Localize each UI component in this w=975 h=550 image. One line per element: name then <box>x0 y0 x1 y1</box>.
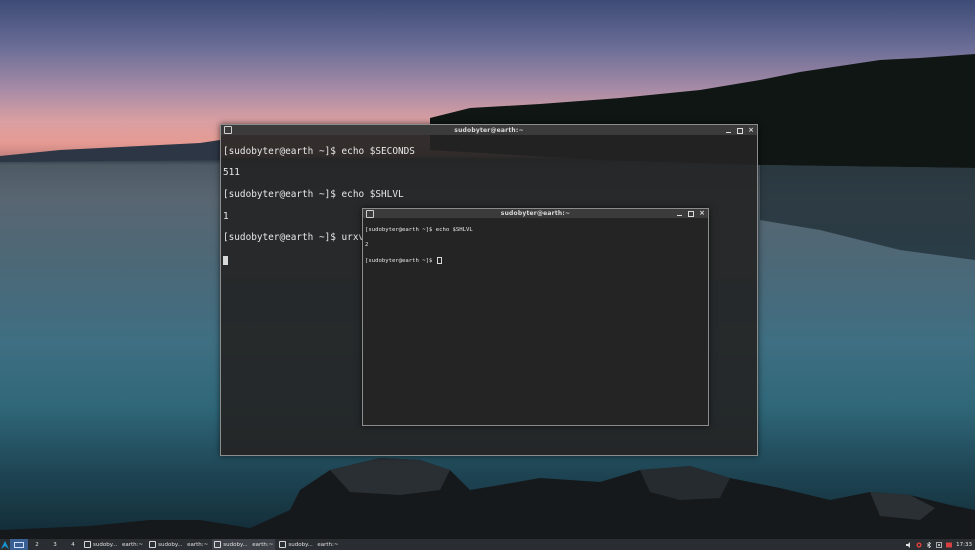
network-icon[interactable] <box>916 541 922 548</box>
terminal-window-child[interactable]: sudobyter@earth:~ × [sudobyter@earth ~]$… <box>362 208 709 426</box>
terminal-line: 511 <box>223 167 240 179</box>
task-label: sudoby... <box>158 541 183 548</box>
terminal-line: [sudobyter@earth ~]$ <box>365 257 436 264</box>
desktop: { "terminal_main": { "title": "sudobyter… <box>0 0 975 550</box>
maximize-button[interactable] <box>688 210 694 217</box>
window-title: sudobyter@earth:~ <box>454 126 524 134</box>
terminal-cursor <box>223 255 228 265</box>
terminal-line: 2 <box>365 241 369 248</box>
maximize-button[interactable] <box>737 127 743 134</box>
taskbar: 2 3 4 sudoby... earth:~ sudoby... earth:… <box>0 539 975 550</box>
terminal-line: [sudobyter@earth ~]$ echo $SHLVL <box>223 188 404 200</box>
taskbar-task[interactable]: sudoby... earth:~ <box>277 539 340 550</box>
screenshot-icon[interactable] <box>936 541 942 548</box>
task-label-secondary: earth:~ <box>252 541 274 548</box>
terminal-line: [sudobyter@earth ~]$ echo $SECONDS <box>223 145 415 157</box>
window-title: sudobyter@earth:~ <box>500 210 571 217</box>
terminal-output[interactable]: [sudobyter@earth ~]$ echo $SHLVL 2 [sudo… <box>363 218 708 282</box>
task-label: sudoby... <box>288 541 313 548</box>
minimize-button[interactable] <box>677 210 683 217</box>
terminal-cursor <box>436 256 442 264</box>
task-label-secondary: earth:~ <box>122 541 144 548</box>
workspace-3[interactable]: 3 <box>46 539 64 550</box>
volume-icon[interactable] <box>906 541 912 548</box>
system-tray: 17:33 <box>906 541 975 548</box>
taskbar-task[interactable]: sudoby... earth:~ <box>147 539 210 550</box>
taskbar-task[interactable]: sudoby... earth:~ <box>212 539 276 550</box>
terminal-icon <box>214 541 222 548</box>
terminal-icon <box>84 541 91 548</box>
minimize-button[interactable] <box>726 127 732 134</box>
workspace-indicator-icon <box>14 541 24 548</box>
task-label: sudoby... <box>223 541 248 548</box>
arch-logo-icon[interactable] <box>0 539 10 550</box>
terminal-icon <box>279 541 287 548</box>
workspace-1[interactable] <box>10 539 28 550</box>
window-titlebar[interactable]: sudobyter@earth:~ × <box>363 209 708 218</box>
terminal-icon <box>149 541 157 548</box>
terminal-icon[interactable] <box>366 210 374 218</box>
terminal-line: [sudobyter@earth ~]$ echo $SHLVL <box>365 226 473 233</box>
task-label: sudoby... <box>93 541 118 548</box>
task-label-secondary: earth:~ <box>317 541 339 548</box>
task-label-secondary: earth:~ <box>187 541 209 548</box>
notification-icon[interactable] <box>946 542 953 548</box>
close-button[interactable]: × <box>748 126 754 134</box>
taskbar-task[interactable]: sudoby... earth:~ <box>82 539 145 550</box>
terminal-icon[interactable] <box>224 126 232 134</box>
window-titlebar[interactable]: sudobyter@earth:~ × <box>221 125 757 135</box>
workspace-2[interactable]: 2 <box>28 539 46 550</box>
close-button[interactable]: × <box>699 210 705 217</box>
workspace-4[interactable]: 4 <box>64 539 82 550</box>
bluetooth-icon[interactable] <box>926 541 932 548</box>
clock[interactable]: 17:33 <box>956 542 972 548</box>
